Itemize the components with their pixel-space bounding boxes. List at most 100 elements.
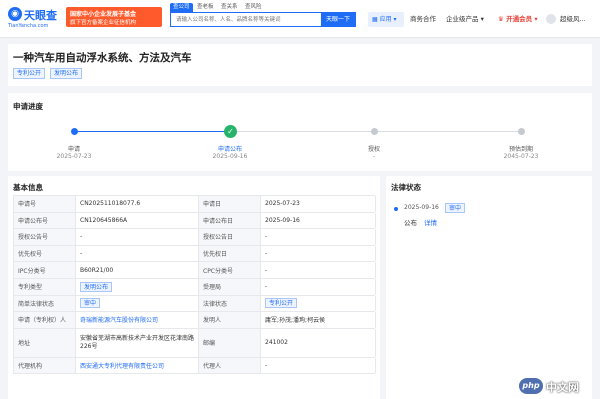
timeline-dot [394, 207, 398, 211]
label-postcode: 邮编 [199, 328, 261, 357]
legal-status-card: 法律状态 2025-09-16 审中 公布 详情 [386, 176, 592, 399]
app-menu-button[interactable]: ▦ 应用 ▾ [368, 12, 404, 27]
step-date-publication: 2025-09-16 [212, 153, 248, 160]
chevron-down-icon: ▾ [391, 16, 397, 23]
table-row: 授权公告号 - 授权公告日 - [14, 229, 376, 246]
value-publication-number: CN120645866A [76, 212, 199, 229]
step-dot-apply [71, 128, 78, 135]
table-row: 申请（专利权）人 奇瑞新能源汽车股份有限公司 发明人 庸军;孙茂;潘珣;柯云侯 [14, 312, 376, 329]
top-header: ◉ 天眼查 TianYancha.com 国家中小企业发展子基金 旗下官方备案企… [0, 0, 600, 38]
label-application-number: 申请号 [14, 196, 76, 212]
promo-line1: 国家中小企业发展子基金 [70, 11, 137, 18]
label-grant-date: 授权公告日 [199, 229, 261, 245]
legal-status-chip: 专利公开 [265, 298, 298, 309]
php-logo: php [519, 378, 543, 394]
label-publication-number: 申请公布号 [14, 212, 76, 229]
avatar[interactable] [546, 14, 556, 24]
promo-banner[interactable]: 国家中小企业发展子基金 旗下官方备案企业征信机构 [66, 7, 162, 27]
logo-name: 天眼查 [24, 9, 57, 22]
app-button-label: 应用 [379, 16, 392, 23]
watermark-text: 中文网 [546, 381, 579, 394]
value-priority-date: - [261, 245, 376, 262]
value-priority-number: - [76, 245, 199, 262]
label-publication-date: 申请公布日 [199, 212, 261, 229]
label-legal-status: 法律状态 [199, 295, 261, 312]
timeline-status-badge: 审中 [445, 203, 466, 213]
value-receiving-office: - [261, 278, 376, 295]
value-publication-date: 2025-09-16 [261, 212, 376, 229]
check-icon: ✓ [224, 125, 237, 138]
label-grant-number: 授权公告号 [14, 229, 76, 245]
search-tab-risk[interactable]: 查风险 [242, 3, 265, 12]
basic-info-table: 申请号 CN202511018077.6 申请日 2025-07-23 申请公布… [13, 195, 376, 375]
step-date-apply: 2025-07-23 [56, 153, 92, 160]
step-label-apply: 申请 [67, 146, 80, 153]
value-address: 安徽省芜湖市高新技术产业开发区花津南路226号 [76, 328, 199, 357]
basic-info-card: 基本信息 申请号 CN202511018077.6 申请日 2025-07-23… [8, 176, 380, 399]
table-row: 地址 安徽省芜湖市高新技术产业开发区花津南路226号 邮编 241002 [14, 328, 376, 358]
step-dot-expiry [518, 128, 525, 135]
nav-user[interactable]: 超级风... [560, 12, 586, 27]
search-box: 天眼一下 [170, 12, 356, 27]
step-label-grant: 授权 [367, 146, 380, 153]
agency-link[interactable]: 西安通大专利代理有限责任公司 [76, 357, 199, 374]
step-label-publication: 申请公布 [217, 146, 242, 153]
table-row: 专利类型 发明公布 受理局 - [14, 278, 376, 296]
chevron-down-icon: ▾ [478, 15, 484, 23]
value-grant-date: - [261, 229, 376, 245]
search-input[interactable] [171, 13, 321, 26]
label-applicant: 申请（专利权）人 [14, 312, 76, 328]
nav-products-label: 企业级产品 [446, 15, 479, 23]
promo-line2: 旗下官方备案企业征信机构 [70, 20, 137, 26]
table-row: 申请号 CN202511018077.6 申请日 2025-07-23 [14, 196, 376, 213]
crown-icon: ♛ [498, 15, 507, 23]
nav-vip[interactable]: ♛ 开通会员 ▾ [498, 12, 538, 27]
application-progress-card: 申请进度 ✓ 申请 2025-07-23 申请公布 2025-09-16 授权 … [8, 93, 592, 171]
value-legal-status: 专利公开 [261, 295, 376, 312]
search-tab-company[interactable]: 查公司 [170, 3, 193, 12]
patent-title-card: 一种汽车用自动浮水系统、方法及汽车 专利公开 发明公布 [8, 44, 592, 86]
tag-patent-public: 专利公开 [13, 68, 46, 79]
value-grant-number: - [76, 229, 199, 245]
label-application-date: 申请日 [199, 196, 261, 212]
step-dot-grant [371, 128, 378, 135]
nav-business[interactable]: 商务合作 [410, 12, 436, 27]
eye-logo-icon: ◉ [8, 7, 22, 21]
value-cpc: - [261, 262, 376, 278]
site-logo[interactable]: ◉ 天眼查 TianYancha.com [8, 7, 62, 31]
value-inventor: 庸军;孙茂;潘珣;柯云侯 [261, 312, 376, 328]
search-button[interactable]: 天眼一下 [321, 13, 355, 26]
value-agent: - [261, 357, 376, 374]
legal-status-chip: 审中 [80, 298, 101, 309]
label-priority-date: 优先权日 [199, 245, 261, 262]
timeline-detail-link[interactable]: 详情 [424, 217, 437, 227]
nav-products[interactable]: 企业级产品 ▾ [446, 12, 484, 27]
search-tab-relation[interactable]: 查关系 [218, 3, 241, 12]
table-row: 简单法律状态 审中 法律状态 专利公开 [14, 295, 376, 313]
value-patent-type: 发明公布 [76, 278, 199, 295]
label-inventor: 发明人 [199, 312, 261, 328]
table-row: 优先权号 - 优先权日 - [14, 245, 376, 263]
patent-type-chip: 发明公布 [80, 281, 113, 292]
applicant-link[interactable]: 奇瑞新能源汽车股份有限公司 [76, 312, 199, 328]
timeline-event: 公布 [404, 219, 417, 227]
table-row: IPC分类号 B60R21/00 CPC分类号 - [14, 262, 376, 279]
chevron-down-icon: ▾ [532, 15, 538, 23]
label-cpc: CPC分类号 [199, 262, 261, 278]
progress-track-done [74, 131, 230, 132]
search-tab-boss[interactable]: 查老板 [194, 3, 217, 12]
legal-status-title: 法律状态 [391, 183, 421, 192]
table-row: 代理机构 西安通大专利代理有限责任公司 代理人 - [14, 357, 376, 375]
value-ipc: B60R21/00 [76, 262, 199, 278]
label-ipc: IPC分类号 [14, 262, 76, 278]
tag-invention-publication: 发明公布 [50, 68, 83, 79]
value-application-date: 2025-07-23 [261, 196, 376, 212]
label-patent-type: 专利类型 [14, 278, 76, 295]
logo-domain: TianYancha.com [8, 23, 49, 29]
timeline-date: 2025-09-16 [404, 204, 439, 211]
basic-info-title: 基本信息 [13, 183, 43, 192]
label-address: 地址 [14, 328, 76, 357]
label-agent: 代理人 [199, 357, 261, 374]
label-priority-number: 优先权号 [14, 245, 76, 262]
watermark: php 中文网 [519, 378, 595, 396]
